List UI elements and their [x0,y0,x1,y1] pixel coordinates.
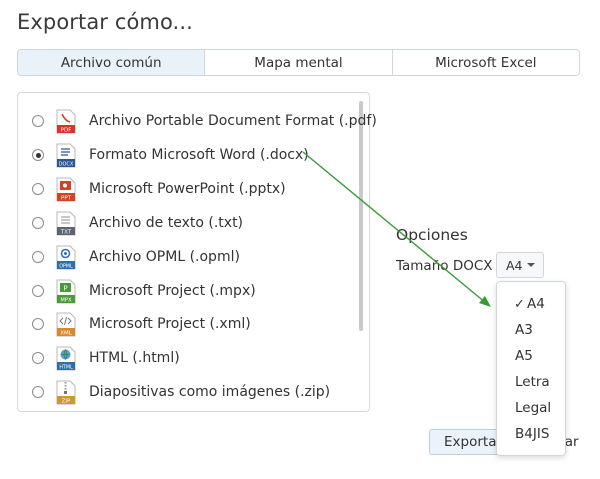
annotation-arrow [302,151,491,307]
export-dialog: Exportar cómo... Archivo común Mapa ment… [0,0,600,479]
